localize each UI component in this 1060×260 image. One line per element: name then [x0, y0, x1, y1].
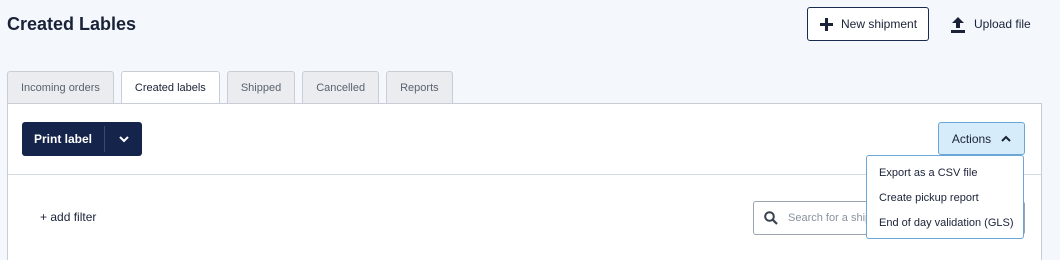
search-icon [754, 211, 788, 225]
chevron-up-icon [1001, 135, 1011, 142]
menu-item-export-csv[interactable]: Export as a CSV file [867, 161, 1023, 186]
menu-item-create-pickup-report[interactable]: Create pickup report [867, 186, 1023, 211]
actions-button[interactable]: Actions [938, 122, 1025, 155]
actions-dropdown-menu: Export as a CSV file Create pickup repor… [866, 155, 1024, 239]
page-title: Created Lables [7, 14, 137, 34]
upload-file-label: Upload file [974, 17, 1031, 31]
tab-created-labels[interactable]: Created labels [120, 71, 220, 105]
tab-shipped[interactable]: Shipped [226, 71, 296, 104]
tab-bar: Incoming orders Created labels Shipped C… [7, 71, 460, 105]
print-label-button[interactable]: Print label [22, 122, 104, 156]
add-filter-link[interactable]: + add filter [40, 210, 96, 224]
print-label-split-button: Print label [22, 122, 142, 156]
print-options-toggle[interactable] [105, 122, 142, 156]
plus-icon [820, 17, 833, 31]
menu-item-end-of-day-validation[interactable]: End of day validation (GLS) [867, 211, 1023, 236]
tab-cancelled[interactable]: Cancelled [302, 71, 380, 104]
new-shipment-label: New shipment [841, 17, 918, 31]
upload-icon [951, 16, 965, 33]
chevron-down-icon [118, 135, 129, 142]
tab-reports[interactable]: Reports [386, 71, 453, 104]
actions-label: Actions [951, 131, 992, 146]
upload-file-button[interactable]: Upload file [950, 13, 1031, 35]
new-shipment-button[interactable]: New shipment [807, 7, 929, 41]
tab-incoming-orders[interactable]: Incoming orders [7, 71, 114, 104]
